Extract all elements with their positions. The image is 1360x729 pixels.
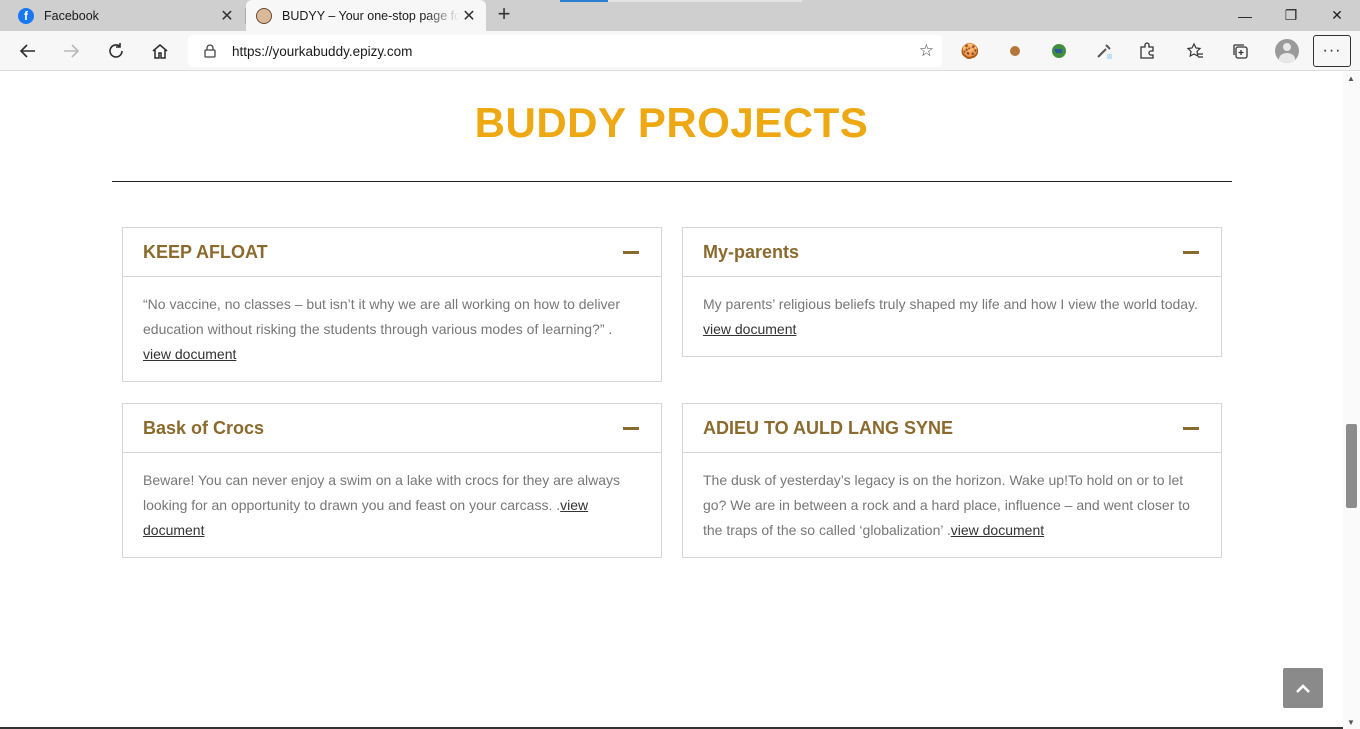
budyy-favicon-icon — [256, 7, 272, 24]
card-body: The dusk of yesterday’s legacy is on the… — [683, 453, 1221, 557]
chevron-up-icon — [1296, 684, 1310, 693]
card-title: ADIEU TO AULD LANG SYNE — [703, 417, 954, 438]
collapse-minus-icon[interactable] — [623, 250, 639, 254]
card-text: The dusk of yesterday’s legacy is on the… — [703, 472, 1190, 538]
collapse-minus-icon[interactable] — [623, 426, 639, 430]
collapse-minus-icon[interactable] — [1183, 426, 1199, 430]
eyedropper-extension-icon[interactable] — [1094, 41, 1114, 61]
tab-title: BUDYY – Your one-stop page for — [282, 8, 460, 23]
favorites-icon[interactable] — [1185, 41, 1205, 61]
tab-title: Facebook — [44, 8, 99, 23]
refresh-icon[interactable] — [102, 37, 130, 65]
card-header[interactable]: ADIEU TO AULD LANG SYNE — [683, 404, 1221, 453]
profile-avatar-icon[interactable] — [1275, 39, 1299, 63]
card-body: Beware! You can never enjoy a swim on a … — [123, 453, 661, 557]
card-title: My-parents — [703, 241, 800, 262]
extensions-puzzle-icon[interactable] — [1137, 41, 1157, 61]
close-window-icon[interactable]: ✕ — [1314, 0, 1360, 31]
card-text: “No vaccine, no classes – but isn’t it w… — [143, 296, 620, 337]
card-title: Bask of Crocs — [143, 417, 265, 438]
cookie-extension-icon[interactable]: 🍪 — [960, 41, 980, 61]
project-card: KEEP AFLOAT “No vaccine, no classes – bu… — [122, 227, 662, 382]
card-body: My parents’ religious beliefs truly shap… — [683, 277, 1221, 356]
view-document-link[interactable]: view document — [703, 321, 796, 337]
project-card: Bask of Crocs Beware! You can never enjo… — [122, 403, 662, 558]
section-title: BUDDY PROJECTS — [474, 99, 869, 146]
close-tab-icon[interactable]: ✕ — [460, 6, 478, 26]
back-to-top-button[interactable] — [1283, 668, 1323, 708]
project-card: ADIEU TO AULD LANG SYNE The dusk of yest… — [682, 403, 1222, 558]
view-document-link[interactable]: view document — [143, 346, 236, 362]
scroll-down-arrow-icon[interactable]: ▼ — [1347, 718, 1355, 727]
facebook-icon: f — [18, 7, 34, 24]
extension-icon[interactable] — [1005, 41, 1025, 61]
collapse-minus-icon[interactable] — [1183, 250, 1199, 254]
tab-facebook[interactable]: f Facebook ✕ — [0, 0, 244, 31]
home-icon[interactable] — [146, 37, 174, 65]
card-text: My parents’ religious beliefs truly shap… — [703, 296, 1198, 312]
card-body: “No vaccine, no classes – but isn’t it w… — [123, 277, 661, 381]
close-tab-icon[interactable]: ✕ — [218, 6, 236, 26]
add-favorite-icon[interactable]: ☆ — [919, 41, 934, 61]
card-header[interactable]: Bask of Crocs — [123, 404, 661, 453]
scroll-up-arrow-icon[interactable]: ▲ — [1347, 74, 1355, 83]
card-header[interactable]: My-parents — [683, 228, 1221, 277]
forward-icon[interactable] — [57, 37, 85, 65]
back-icon[interactable] — [14, 37, 42, 65]
restore-icon[interactable]: ❐ — [1268, 0, 1314, 31]
tab-strip: f Facebook ✕ BUDYY – Your one-stop page … — [0, 0, 1360, 31]
tab-strip-accent — [560, 0, 608, 2]
project-card: My-parents My parents’ religious beliefs… — [682, 227, 1222, 357]
scroll-thumb[interactable] — [1346, 424, 1357, 508]
tab-strip-accent-light — [608, 0, 802, 2]
tab-budyy[interactable]: BUDYY – Your one-stop page for ✕ — [246, 0, 486, 31]
view-document-link[interactable]: view document — [951, 522, 1044, 538]
browser-toolbar: https://yourkabuddy.epizy.com ☆ 🍪 ··· — [0, 31, 1360, 71]
minimize-icon[interactable]: — — [1222, 0, 1268, 31]
card-header[interactable]: KEEP AFLOAT — [123, 228, 661, 277]
globe-extension-icon[interactable] — [1049, 41, 1069, 61]
page-viewport: BUDDY PROJECTS KEEP AFLOAT “No vaccine, … — [0, 72, 1343, 729]
new-tab-icon[interactable]: + — [493, 3, 515, 26]
address-bar[interactable]: https://yourkabuddy.epizy.com ☆ — [188, 35, 942, 67]
title-divider — [112, 181, 1232, 182]
vertical-scrollbar[interactable]: ▲ ▼ — [1343, 72, 1360, 729]
card-text: Beware! You can never enjoy a swim on a … — [143, 472, 621, 513]
card-title: KEEP AFLOAT — [143, 241, 268, 262]
collections-icon[interactable] — [1230, 41, 1250, 61]
lock-icon[interactable] — [202, 43, 218, 59]
more-menu-icon[interactable]: ··· — [1313, 35, 1351, 67]
url-text[interactable]: https://yourkabuddy.epizy.com — [232, 44, 412, 59]
